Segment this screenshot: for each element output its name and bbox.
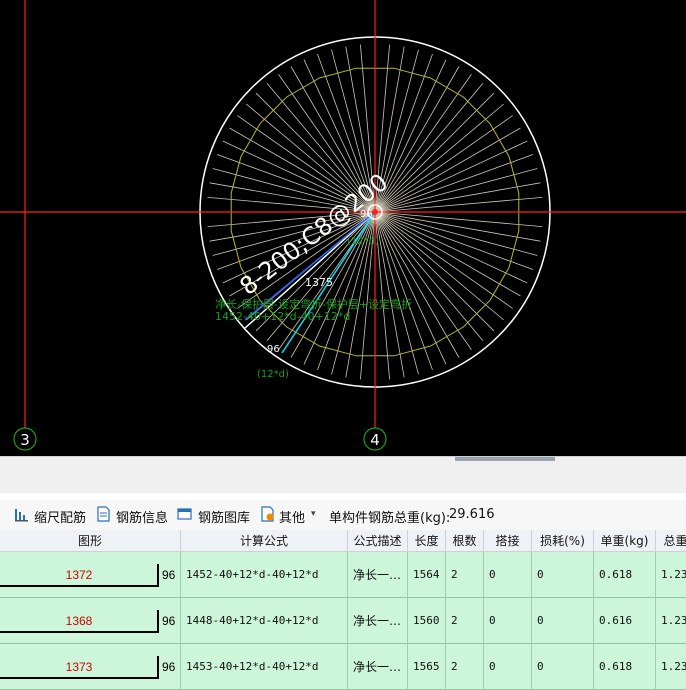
count-cell[interactable]: 2	[446, 552, 484, 598]
rebar-info-icon	[97, 506, 110, 522]
rebar-table: 图形 计算公式 公式描述 长度 根数 搭接 损耗(%) 单重(kg) 总重 13…	[0, 530, 686, 690]
rebar-toolbar: 缩尺配筋 钢筋信息 钢筋图库 其他 ▾ 单构件钢筋总重(kg): 29.616	[0, 500, 686, 530]
column-header-count[interactable]: 根数	[446, 530, 484, 552]
table-row[interactable]: 1373 96 1453-40+12*d-40+12*d 净长一… 1565 2…	[0, 644, 686, 690]
shape-cell[interactable]: 1372 96	[0, 552, 181, 598]
other-menu-button[interactable]: 其他	[279, 507, 305, 526]
total-weight-cell[interactable]: 1.236	[656, 644, 686, 690]
shape-cell[interactable]: 1368 96	[0, 598, 181, 644]
shape-length-value[interactable]: 1368	[0, 598, 158, 644]
length-cell[interactable]: 1560	[408, 598, 446, 644]
axis-label-4: 4	[370, 431, 380, 449]
lap-cell[interactable]: 0	[484, 644, 532, 690]
axis-label-3: 3	[20, 431, 30, 449]
shape-hook-value[interactable]: 96	[162, 598, 175, 644]
center-hook-formula: (12*d)	[347, 236, 379, 247]
formula-description-text: 净长-保护层-设定弯折-保护层+设定弯折	[215, 297, 412, 311]
shape-hook-value[interactable]: 96	[162, 552, 175, 598]
loss-cell[interactable]: 0	[532, 644, 594, 690]
rebar-spoke	[374, 211, 419, 375]
formula-cell[interactable]: 1452-40+12*d-40+12*d	[181, 552, 348, 598]
column-header-unit-weight[interactable]: 单重(kg)	[594, 530, 656, 552]
shape-length-value[interactable]: 1373	[0, 644, 158, 690]
column-header-shape[interactable]: 图形	[0, 530, 181, 552]
loss-cell[interactable]: 0	[532, 552, 594, 598]
column-header-description[interactable]: 公式描述	[348, 530, 408, 552]
other-dropdown-icon[interactable]: ▾	[311, 509, 316, 519]
count-cell[interactable]: 2	[446, 644, 484, 690]
shape-hook-value[interactable]: 96	[162, 644, 175, 690]
rebar-spoke	[374, 211, 543, 227]
total-weight-label: 单构件钢筋总重(kg):	[329, 511, 451, 526]
lap-cell[interactable]: 0	[484, 552, 532, 598]
length-cell[interactable]: 1565	[408, 644, 446, 690]
description-cell[interactable]: 净长一…	[348, 644, 408, 690]
table-row[interactable]: 1372 96 1452-40+12*d-40+12*d 净长一… 1564 2…	[0, 552, 686, 598]
description-cell[interactable]: 净长一…	[348, 598, 408, 644]
count-cell[interactable]: 2	[446, 598, 484, 644]
column-header-formula[interactable]: 计算公式	[181, 530, 348, 552]
column-header-lap[interactable]: 搭接	[484, 530, 532, 552]
rebar-spoke	[374, 140, 528, 213]
shape-length-value[interactable]: 1372	[0, 552, 158, 598]
rebar-spoke	[374, 197, 543, 213]
dimension-hook-formula: (12*d)	[257, 369, 289, 380]
formula-expression-text: 1452-40+12*d-40+12*d	[215, 310, 350, 323]
panel-splitter[interactable]	[0, 456, 686, 493]
length-cell[interactable]: 1564	[408, 552, 446, 598]
total-weight-cell[interactable]: 1.232	[656, 598, 686, 644]
table-row[interactable]: 1368 96 1448-40+12*d-40+12*d 净长一… 1560 2…	[0, 598, 686, 644]
cad-drawing[interactable]: 96 (12*d) 8-200;C8@200 1375 净长-保护层-设定弯折-…	[0, 0, 686, 456]
other-icon	[261, 506, 274, 522]
lap-cell[interactable]: 0	[484, 598, 532, 644]
total-weight-value: 29.616	[449, 507, 495, 522]
dimension-main-length: 1375	[305, 276, 333, 289]
center-node-inner	[372, 209, 378, 215]
unit-weight-cell[interactable]: 0.618	[594, 644, 656, 690]
scale-rebar-button[interactable]: 缩尺配筋	[34, 507, 86, 526]
rebar-spoke	[374, 168, 538, 213]
splitter-grip[interactable]	[455, 457, 555, 461]
formula-cell[interactable]: 1453-40+12*d-40+12*d	[181, 644, 348, 690]
column-header-loss[interactable]: 损耗(%)	[532, 530, 594, 552]
cad-drawing-canvas[interactable]: 96 (12*d) 8-200;C8@200 1375 净长-保护层-设定弯折-…	[0, 0, 686, 456]
rebar-library-icon	[177, 508, 192, 520]
rebar-spoke	[374, 211, 528, 284]
column-header-length[interactable]: 长度	[408, 530, 446, 552]
rebar-spoke	[374, 211, 538, 256]
scale-rebar-icon	[15, 509, 28, 522]
rebar-spoke	[374, 211, 447, 365]
rebar-library-button[interactable]: 钢筋图库	[198, 507, 250, 526]
total-weight-cell[interactable]: 1.236	[656, 552, 686, 598]
unit-weight-cell[interactable]: 0.616	[594, 598, 656, 644]
formula-cell[interactable]: 1448-40+12*d-40+12*d	[181, 598, 348, 644]
loss-cell[interactable]: 0	[532, 598, 594, 644]
unit-weight-cell[interactable]: 0.618	[594, 552, 656, 598]
dimension-hook-length: 96	[267, 344, 280, 355]
shape-cell[interactable]: 1373 96	[0, 644, 181, 690]
description-cell[interactable]: 净长一…	[348, 552, 408, 598]
rebar-info-button[interactable]: 钢筋信息	[116, 507, 168, 526]
column-header-total[interactable]: 总重	[656, 530, 686, 552]
